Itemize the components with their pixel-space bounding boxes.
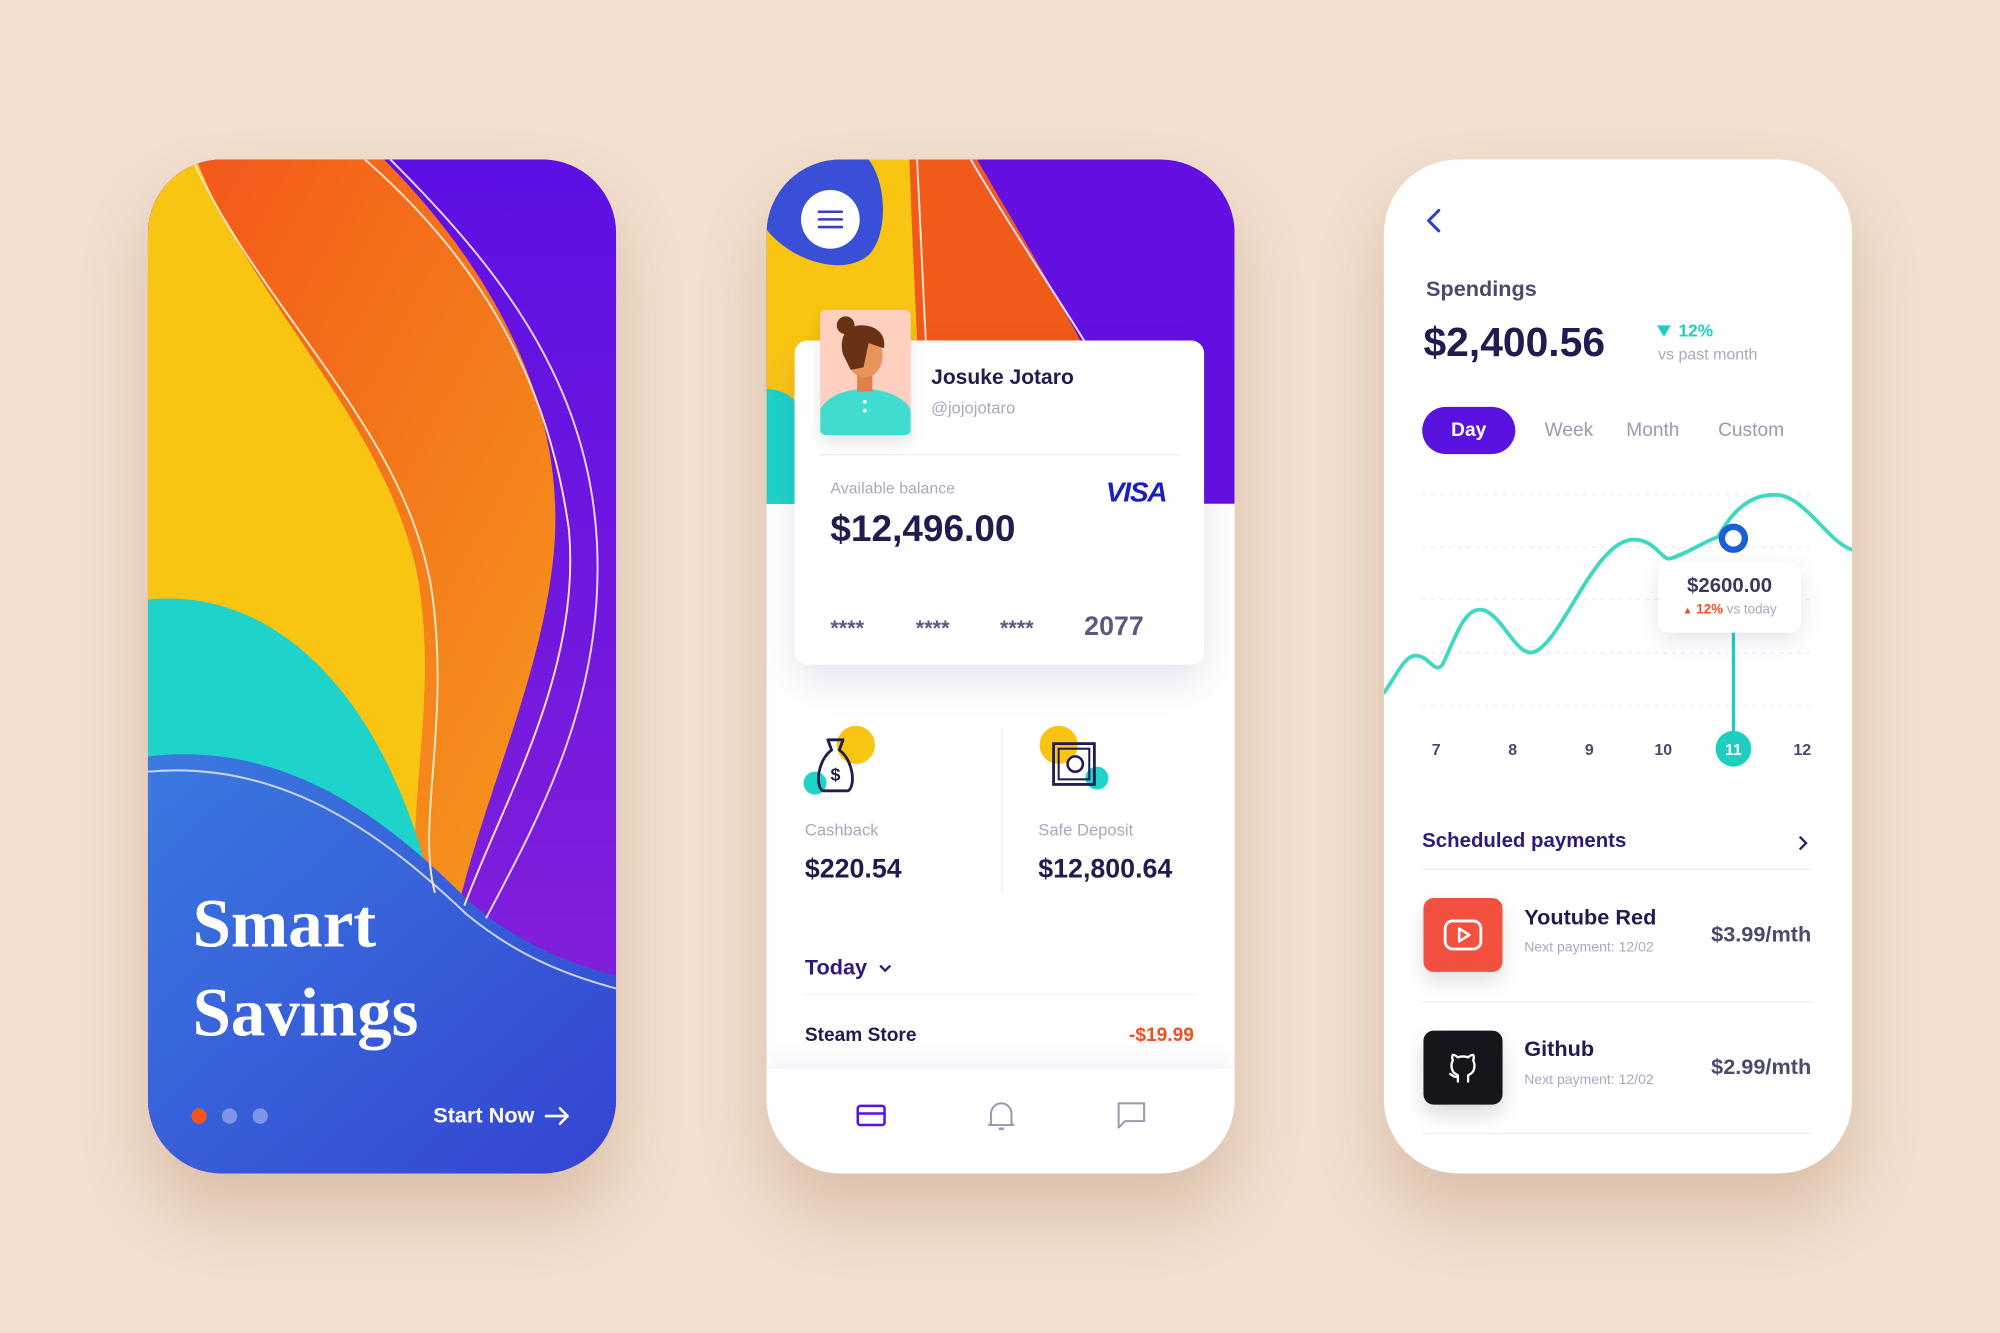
user-handle: @jojojotaro [931,397,1016,418]
cashback-label: Cashback [804,820,879,840]
pager-dot[interactable] [252,1108,268,1124]
card-number-group: **** [915,616,950,641]
start-now-label: Start Now [433,1103,535,1128]
youtube-icon-tile [1423,897,1503,972]
triangle-up-icon: ▲ [1682,604,1693,617]
pager-dots [191,1108,268,1124]
payment-name: Youtube Red [1524,905,1657,930]
tooltip-change: ▲ 12% vs today [1658,602,1801,617]
card-divider [820,454,1180,456]
pager-dot[interactable] [221,1108,238,1124]
spendings-screen: Spendings $2,400.56 12% vs past month Da… [1383,159,1853,1174]
chart-tooltip: $2600.00 ▲ 12% vs today [1658,562,1802,633]
divider [1422,1132,1812,1134]
onboarding-screen: Smart Savings Start Now [147,159,617,1174]
stats-divider [1001,727,1003,893]
avatar-illustration [820,316,911,435]
available-balance: $12,496.00 [830,508,1016,550]
payment-next: Next payment: 12/02 [1524,1072,1654,1089]
onboarding-title-line2: Savings [192,974,419,1052]
github-icon [1449,1053,1476,1083]
wallet-screen: Josuke Jotaro @jojojotaro Available bala… [766,159,1235,1174]
card-number-group: **** [999,616,1034,641]
divider [1422,1001,1812,1003]
selected-point-marker [1718,523,1749,553]
payment-price: $2.99/mth [1711,1054,1812,1080]
menu-button[interactable] [801,190,860,249]
date-filter-label: Today [804,955,868,980]
svg-text:$: $ [830,765,840,785]
scheduled-payments-title: Scheduled payments [1422,830,1627,853]
card-icon[interactable] [856,1103,887,1129]
x-tick-label[interactable]: 7 [1432,742,1441,759]
onboarding-title-line1: Smart [192,885,377,962]
chevron-right-icon[interactable] [1797,835,1808,851]
safe-icon [1039,725,1109,790]
card-last-digits: 2077 [1084,612,1144,642]
chevron-down-icon [879,964,891,972]
safe-deposit-label: Safe Deposit [1038,820,1134,840]
chat-icon[interactable] [1116,1101,1147,1132]
transaction-amount: -$19.99 [1128,1024,1194,1046]
visa-logo: VISA [1105,475,1168,508]
transaction-name: Steam Store [804,1024,917,1046]
safe-deposit-value: $12,800.64 [1038,854,1173,884]
bottom-nav [766,1068,1235,1174]
divider [1422,868,1812,870]
date-filter-dropdown[interactable]: Today [805,955,891,981]
start-now-button[interactable]: Start Now [433,1103,570,1129]
payment-next: Next payment: 12/02 [1524,940,1654,956]
pager-dot-active[interactable] [191,1108,207,1124]
x-tick-label[interactable]: 9 [1585,742,1594,759]
x-tick-label[interactable]: 11 [1725,742,1742,759]
arrow-right-icon [544,1107,569,1125]
user-name: Josuke Jotaro [931,366,1074,390]
cashback-value: $220.54 [804,854,902,884]
x-tick-label[interactable]: 10 [1654,742,1672,759]
card-number-group: **** [830,616,865,641]
tooltip-value: $2600.00 [1687,575,1773,597]
hamburger-menu-icon [817,210,844,229]
avatar[interactable] [820,309,911,435]
github-icon-tile [1423,1030,1503,1105]
bell-icon[interactable] [986,1099,1017,1132]
tooltip-caption: vs today [1726,602,1777,618]
payment-name: Github [1524,1036,1595,1062]
payment-price: $3.99/mth [1711,922,1812,947]
tooltip-change-value: 12% [1696,602,1724,618]
youtube-play-icon [1443,919,1483,951]
balance-label: Available balance [830,479,956,498]
filter-divider [804,993,1196,995]
spendings-chart[interactable]: 7 8 9 10 11 12 [1383,159,1853,784]
x-tick-label[interactable]: 12 [1793,742,1811,759]
money-bag-icon: $ [803,725,875,795]
x-tick-label[interactable]: 8 [1508,742,1517,759]
